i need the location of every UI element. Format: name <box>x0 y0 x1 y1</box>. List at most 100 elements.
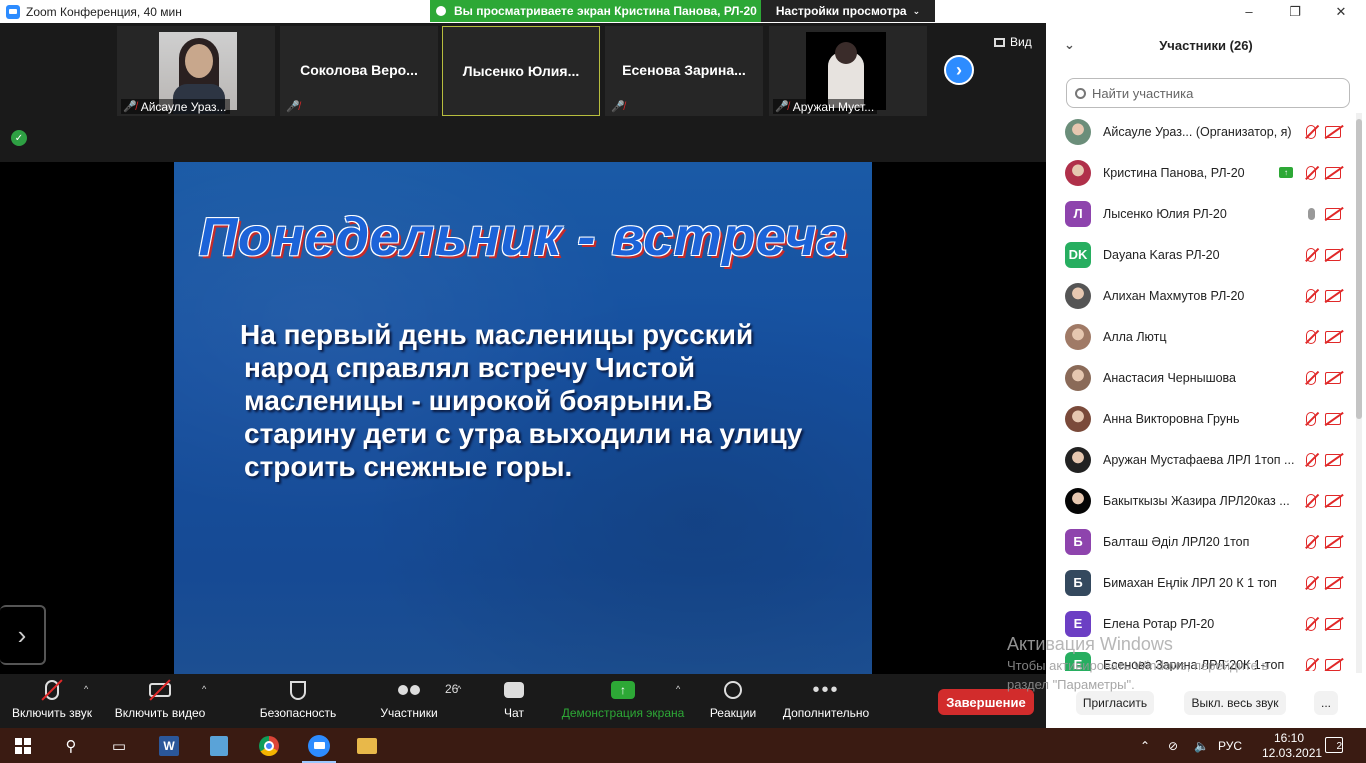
zoom-app-icon <box>6 4 20 19</box>
view-options-dropdown[interactable]: Настройки просмотра ⌄ <box>761 0 935 22</box>
audio-options-caret[interactable]: ^ <box>84 684 88 694</box>
more-button[interactable]: ••• Дополнительно <box>780 674 872 728</box>
unmute-label: Включить звук <box>11 706 93 720</box>
start-button[interactable] <box>0 728 46 763</box>
camera-off-icon <box>1325 329 1343 345</box>
microphone-muted-icon[interactable] <box>1303 534 1319 550</box>
search-placeholder: Найти участника <box>1092 85 1194 101</box>
video-strip: 🎤̸ Айсауле Ураз... Соколова Веро... 🎤̸ Л… <box>0 23 1046 162</box>
panel-more-button[interactable]: ... <box>1314 691 1338 715</box>
chat-button[interactable]: Чат <box>496 674 532 728</box>
folder-icon <box>357 737 377 754</box>
view-button[interactable]: Вид <box>994 35 1032 49</box>
microphone-muted-icon[interactable] <box>1303 247 1319 263</box>
tile-label: 🎤̸ Аружан Муст... <box>773 99 878 114</box>
participant-row[interactable]: Анна Викторовна Грунь <box>1046 398 1356 439</box>
participant-row[interactable]: Кристина Панова, РЛ-20 ↑ <box>1046 152 1356 193</box>
screen-share-icon: ↑ <box>1279 167 1293 178</box>
participant-row[interactable]: Б Бимахан Еңлік ЛРЛ 20 К 1 топ <box>1046 562 1356 603</box>
windows-activation-line: раздел "Параметры". <box>1007 677 1135 692</box>
microphone-muted-icon[interactable] <box>1303 329 1319 345</box>
slide-line: старину дети с утра выходили на улицу <box>244 418 803 449</box>
zoom-taskbar-item[interactable] <box>296 728 342 763</box>
camera-off-icon <box>1325 616 1343 632</box>
speaker-icon[interactable]: 🔈 <box>1194 728 1209 763</box>
avatar <box>1065 159 1091 186</box>
participant-name: Аружан Мустафаева ЛРЛ 1топ ... <box>1103 452 1295 467</box>
microphone-muted-icon[interactable] <box>1303 493 1319 509</box>
microphone-muted-icon[interactable] <box>1303 165 1319 181</box>
chrome-taskbar-item[interactable] <box>246 728 292 763</box>
notification-count: 2 <box>1336 741 1342 752</box>
invite-button[interactable]: Пригласить <box>1076 691 1154 715</box>
search-button[interactable]: ⚲ <box>48 728 94 763</box>
video-tile[interactable]: 🎤̸ Айсауле Ураз... <box>117 26 275 116</box>
chevron-down-icon[interactable]: ⌄ <box>1064 37 1075 53</box>
microphone-muted-icon[interactable] <box>1303 452 1319 468</box>
participant-row[interactable]: Л Лысенко Юлия РЛ-20 <box>1046 193 1356 234</box>
task-view-button[interactable]: ▭ <box>96 728 142 763</box>
security-shield-icon[interactable]: ✓ <box>11 130 27 146</box>
mute-all-button[interactable]: Выкл. весь звук <box>1184 691 1286 715</box>
minimize-button[interactable]: – <box>1226 0 1272 23</box>
search-input[interactable]: Найти участника <box>1066 78 1350 108</box>
video-tile-active-speaker[interactable]: Лысенко Юлия... <box>442 26 600 116</box>
reactions-label: Реакции <box>709 706 757 720</box>
reactions-button[interactable]: Реакции <box>708 674 758 728</box>
clock-time: 16:10 <box>1273 731 1305 745</box>
task-view-icon: ▭ <box>111 737 127 755</box>
next-page-button[interactable]: › <box>944 55 974 85</box>
participant-row[interactable]: Алла Лютц <box>1046 316 1356 357</box>
language-indicator[interactable]: РУС <box>1218 728 1242 763</box>
microphone-muted-icon[interactable] <box>1303 370 1319 386</box>
participant-row[interactable]: Алихан Махмутов РЛ-20 <box>1046 275 1356 316</box>
scrollbar[interactable] <box>1356 113 1362 673</box>
network-icon[interactable]: ⊘ <box>1168 728 1178 763</box>
tray-overflow-chevron[interactable]: ⌃ <box>1140 728 1150 763</box>
participants-button[interactable]: 26 Участники <box>378 674 458 728</box>
participant-row[interactable]: DK Dayana Karas РЛ-20 <box>1046 234 1356 275</box>
start-video-button[interactable]: Включить видео <box>112 674 208 728</box>
unmute-button[interactable]: Включить звук <box>8 674 96 728</box>
camera-off-icon <box>1325 124 1343 140</box>
microphone-muted-icon[interactable] <box>1303 124 1319 140</box>
participants-options-caret[interactable]: ^ <box>457 684 461 694</box>
participant-row[interactable]: Айсауле Ураз... (Организатор, я) <box>1046 111 1356 152</box>
panel-header: ⌄ Участники (26) <box>1046 23 1366 67</box>
share-options-caret[interactable]: ^ <box>676 684 680 694</box>
close-button[interactable]: ✕ <box>1318 0 1364 23</box>
chat-bubble-icon <box>504 682 524 698</box>
explorer-taskbar-item[interactable] <box>344 728 390 763</box>
tile-name: Айсауле Ураз... <box>140 99 227 114</box>
microphone-muted-icon[interactable] <box>1303 411 1319 427</box>
video-options-caret[interactable]: ^ <box>202 684 206 694</box>
participant-row[interactable]: Анастасия Чернышова <box>1046 357 1356 398</box>
clock-date: 12.03.2021 <box>1262 746 1323 760</box>
security-button[interactable]: Безопасность <box>258 674 338 728</box>
share-screen-button[interactable]: ↑ Демонстрация экрана <box>560 674 686 728</box>
participant-row[interactable]: Б Балташ Әділ ЛРЛ20 1топ <box>1046 521 1356 562</box>
smiley-icon <box>724 681 742 699</box>
microphone-muted-icon[interactable] <box>1303 575 1319 591</box>
avatar: Б <box>1065 528 1091 555</box>
participant-name: Елена Ротар РЛ-20 <box>1103 616 1215 631</box>
system-clock[interactable]: 16:10 12.03.2021 <box>1262 731 1323 761</box>
participant-row[interactable]: Аружан Мустафаева ЛРЛ 1топ ... <box>1046 439 1356 480</box>
notification-center-icon[interactable]: 2 <box>1325 737 1343 753</box>
participant-row[interactable]: Бакыткызы Жазира ЛРЛ20каз ... <box>1046 480 1356 521</box>
avatar <box>1065 323 1091 350</box>
video-tile[interactable]: 🎤̸ Аружан Муст... <box>769 26 927 116</box>
video-tile[interactable]: Соколова Веро... 🎤̸ <box>280 26 438 116</box>
maximize-button[interactable]: ❐ <box>1272 0 1318 23</box>
calculator-taskbar-item[interactable] <box>196 728 242 763</box>
microphone-icon[interactable] <box>1303 206 1319 222</box>
expand-panel-button[interactable]: › <box>0 605 46 665</box>
video-tile[interactable]: Есенова Зарина... 🎤̸ <box>605 26 763 116</box>
scrollbar-thumb[interactable] <box>1356 119 1362 419</box>
word-taskbar-item[interactable]: W <box>146 728 192 763</box>
windows-activation-line: Чтобы активировать Windows, перейдите в <box>1007 658 1269 673</box>
microphone-muted-icon[interactable] <box>1303 288 1319 304</box>
participant-name: Анастасия Чернышова <box>1103 370 1237 385</box>
microphone-muted-icon[interactable] <box>1303 616 1319 632</box>
camera-off-icon <box>1325 247 1343 263</box>
